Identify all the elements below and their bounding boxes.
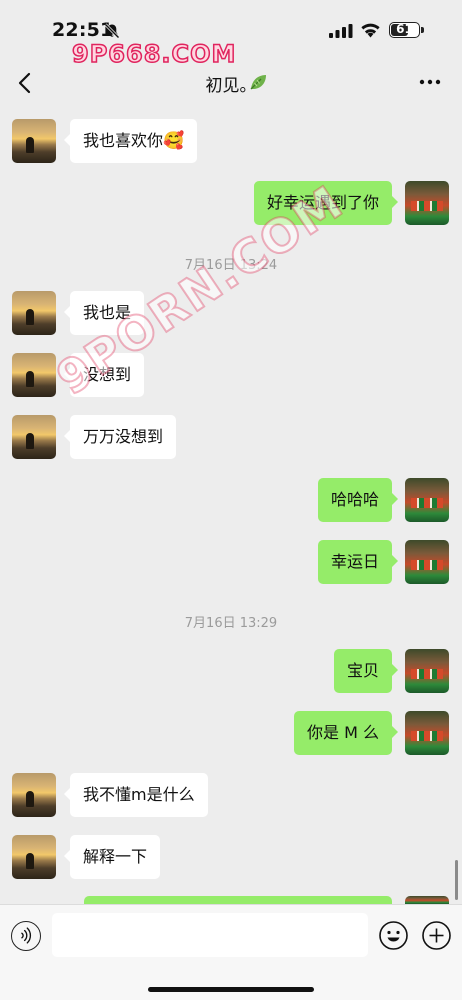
message-text: 我也是: [83, 303, 132, 322]
more-functions-button[interactable]: [421, 920, 452, 951]
scrollbar[interactable]: [455, 860, 458, 900]
message-bubble-incoming[interactable]: 解释一下: [63, 835, 161, 879]
message-text: 万万没想到: [83, 427, 164, 446]
message-bubble-incoming[interactable]: 万万没想到: [63, 415, 177, 459]
chat-timestamp: 7月16日 13:24: [184, 258, 278, 273]
message-bubble-incoming[interactable]: 我也是: [63, 291, 145, 335]
emoji-button[interactable]: [378, 920, 409, 951]
contact-avatar[interactable]: [12, 353, 56, 397]
my-avatar[interactable]: [405, 649, 449, 693]
nav-bar: 初见。: [0, 60, 462, 106]
contact-avatar[interactable]: [12, 291, 56, 335]
contact-avatar[interactable]: [12, 773, 56, 817]
signal-icon: [329, 24, 353, 38]
smiling-hearts-emoji: 🥰: [163, 131, 185, 151]
message-text: 解释一下: [83, 847, 148, 866]
my-avatar[interactable]: [405, 711, 449, 755]
message-text: 宝贝: [346, 661, 379, 680]
plus-icon: [422, 921, 451, 950]
my-avatar[interactable]: [405, 181, 449, 225]
chat-title: 初见。: [0, 71, 462, 96]
message-text: 哈哈哈: [330, 490, 379, 509]
message-text: 我不懂m是什么: [83, 785, 195, 804]
contact-avatar[interactable]: [12, 119, 56, 163]
home-indicator[interactable]: [148, 987, 314, 992]
leaf-icon: [250, 75, 266, 90]
message-bubble-incoming[interactable]: 我不懂m是什么: [64, 773, 208, 817]
message-bubble-outgoing[interactable]: 你是 M 么: [294, 711, 398, 755]
input-bar: [0, 904, 462, 1000]
emoji-icon: [379, 921, 408, 950]
wifi-icon: [361, 23, 380, 38]
more-button[interactable]: [418, 72, 442, 92]
message-bubble-incoming[interactable]: 没想到: [63, 353, 145, 397]
voice-icon: [21, 927, 32, 944]
more-dots-icon: [419, 79, 441, 85]
message-text: 没想到: [83, 365, 132, 384]
voice-button[interactable]: [11, 921, 41, 951]
message-text: 我也喜欢你: [83, 131, 164, 150]
message-text: 你是 M 么: [307, 723, 379, 742]
bell-off-icon: [104, 23, 120, 39]
chat-message-list[interactable]: 我也喜欢你🥰 好幸运遇到了你 7月16日 13:24 我也是 没想到 万万没想到…: [0, 106, 462, 904]
partial-avatar: [405, 896, 449, 926]
battery-cap: [421, 27, 424, 33]
message-input[interactable]: [52, 913, 368, 957]
message-bubble-outgoing[interactable]: 宝贝: [333, 649, 399, 693]
battery-icon: 61: [389, 22, 420, 38]
message-text: 好幸运遇到了你: [266, 193, 379, 212]
message-bubble-outgoing[interactable]: 好幸运遇到了你: [253, 181, 399, 225]
my-avatar[interactable]: [405, 540, 449, 584]
my-avatar[interactable]: [405, 478, 449, 522]
message-bubble-incoming[interactable]: 我也喜欢你🥰: [63, 119, 198, 163]
chat-timestamp: 7月16日 13:29: [184, 616, 278, 631]
message-bubble-outgoing[interactable]: 幸运日: [317, 540, 399, 584]
contact-avatar[interactable]: [12, 415, 56, 459]
message-text: 幸运日: [330, 552, 379, 571]
message-bubble-outgoing[interactable]: 哈哈哈: [317, 478, 399, 522]
contact-avatar[interactable]: [12, 835, 56, 879]
battery-level: 61: [396, 22, 413, 36]
